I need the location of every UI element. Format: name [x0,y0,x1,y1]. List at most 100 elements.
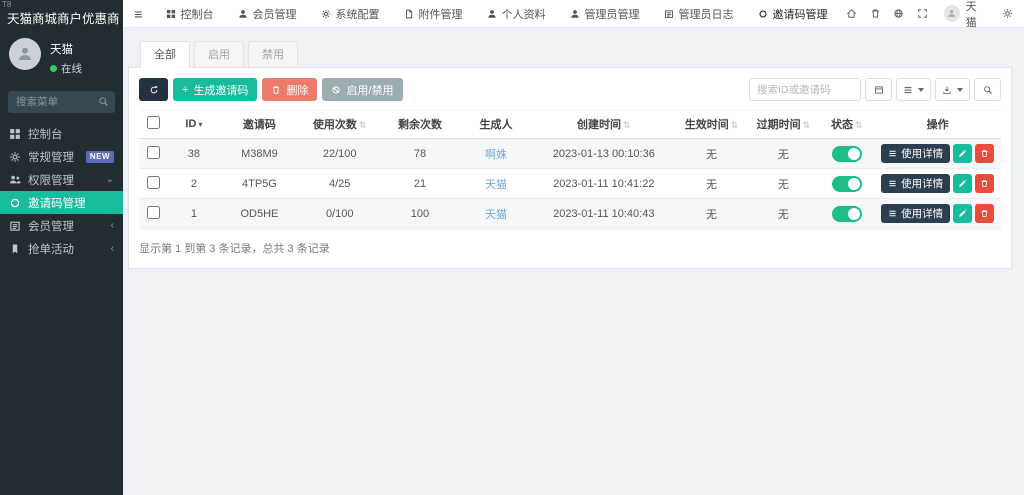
usage-detail-button[interactable]: 使用详情 [881,174,950,193]
delete-row-button[interactable] [975,204,994,223]
edit-button[interactable] [953,174,972,193]
user-avatar[interactable] [9,38,41,70]
clear-cache-button[interactable] [863,0,887,28]
tab-label: 个人资料 [502,6,546,22]
status-label: 在线 [61,61,82,76]
topbar-tab-profile[interactable]: 个人资料 [475,0,558,27]
edit-button[interactable] [953,144,972,163]
column-label: 操作 [927,119,949,131]
column-label: 状态 [831,119,853,131]
topbar-tab-admins[interactable]: 管理员管理 [558,0,652,27]
cell-expire: 无 [747,169,819,199]
col-code[interactable]: 邀请码 [219,111,299,139]
col-creator[interactable]: 生成人 [460,111,532,139]
topbar-tab-members[interactable]: 会员管理 [226,0,309,27]
cell-id: 1 [169,199,220,229]
main-content: 全部 启用 禁用 +生成邀请码 删除 启用/禁用 [123,28,1024,495]
record-count-text: 显示第 1 到第 3 条记录，总共 3 条记录 [139,240,1001,256]
ban-icon [331,85,341,95]
language-button[interactable] [887,0,911,28]
card-view-button[interactable] [865,78,892,101]
topbar-tab-system-config[interactable]: 系统配置 [309,0,392,27]
sidebar-item-invite-code[interactable]: 邀请码管理 [0,191,123,214]
topbar-tab-invite-code[interactable]: 邀请码管理 [746,0,840,27]
creator-link[interactable]: 天猫 [485,179,507,191]
topbar-tab-attachments[interactable]: 附件管理 [392,0,475,27]
select-all-checkbox[interactable] [147,116,160,129]
creator-link[interactable]: 啊姝 [485,149,507,161]
topbar-tab-admin-log[interactable]: 管理员日志 [652,0,746,27]
filter-tabs: 全部 启用 禁用 [140,41,1012,67]
delete-row-button[interactable] [975,144,994,163]
col-effective[interactable]: 生效时间⇅ [676,111,748,139]
edit-button[interactable] [953,204,972,223]
row-checkbox[interactable] [147,146,160,159]
cell-effective: 无 [676,139,748,169]
sidebar-item-grab-activity[interactable]: 抢单活动 ‹ [0,237,123,260]
delete-row-button[interactable] [975,174,994,193]
gear-icon [321,9,331,19]
trash-icon [870,8,881,19]
column-label: 创建时间 [577,119,621,131]
dashboard-icon [166,9,176,19]
status-toggle[interactable] [832,146,862,162]
cell-created: 2023-01-11 10:40:43 [532,199,676,229]
trash-icon [980,209,989,218]
users-icon [9,174,21,186]
user-icon [570,9,580,19]
list-icon [888,209,897,218]
topbar-user-menu[interactable]: 天猫 [935,0,996,30]
fullscreen-button[interactable] [911,0,935,28]
advanced-search-button[interactable] [974,78,1001,101]
col-created[interactable]: 创建时间⇅ [532,111,676,139]
home-button[interactable] [840,0,864,28]
table-header-row: ID▾ 邀请码 使用次数⇅ 剩余次数 生成人 创建时间⇅ 生效时间⇅ 过期时间⇅… [139,111,1001,139]
row-checkbox[interactable] [147,176,160,189]
cell-used: 0/100 [300,199,380,229]
sidebar-user-status: 在线 [50,61,82,76]
col-ops: 操作 [874,111,1001,139]
chevron-left-icon: ‹ [111,243,114,254]
tab-all[interactable]: 全部 [140,41,190,68]
topbar-tab-dashboard[interactable]: 控制台 [154,0,226,27]
generate-code-button[interactable]: +生成邀请码 [173,78,257,101]
pencil-icon [958,209,967,218]
sidebar-item-general[interactable]: 常规管理 NEW [0,145,123,168]
creator-link[interactable]: 天猫 [485,209,507,221]
sidebar-item-members[interactable]: 会员管理 ‹ [0,214,123,237]
row-checkbox[interactable] [147,206,160,219]
tab-enabled[interactable]: 启用 [194,41,244,68]
cell-expire: 无 [747,199,819,229]
sidebar-menu: 控制台 常规管理 NEW 权限管理 ⌄ 邀请码管理 会员管理 ‹ 抢单活动 ‹ [0,122,123,260]
sidebar-item-dashboard[interactable]: 控制台 [0,122,123,145]
status-toggle[interactable] [832,206,862,222]
table-search-input[interactable] [749,78,861,101]
col-remain[interactable]: 剩余次数 [380,111,460,139]
tab-label: 邀请码管理 [773,6,828,22]
col-status[interactable]: 状态⇅ [819,111,874,139]
refresh-button[interactable] [139,78,168,101]
trash-icon [980,149,989,158]
status-toggle[interactable] [832,176,862,192]
list-icon [888,149,897,158]
table-row: 2 4TP5G 4/25 21 天猫 2023-01-11 10:41:22 无… [139,169,1001,199]
sidebar-item-auth[interactable]: 权限管理 ⌄ [0,168,123,191]
delete-button[interactable]: 删除 [262,78,317,101]
columns-button[interactable] [896,78,931,101]
usage-detail-button[interactable]: 使用详情 [881,144,950,163]
menu-toggle-icon[interactable]: ≡ [123,0,154,27]
export-button[interactable] [935,78,970,101]
enable-disable-button[interactable]: 启用/禁用 [322,78,402,101]
sort-icon: ⇅ [855,120,863,130]
col-id[interactable]: ID▾ [169,111,220,139]
sidebar-search [8,91,115,113]
cell-expire: 无 [747,139,819,169]
col-used[interactable]: 使用次数⇅ [300,111,380,139]
col-expire[interactable]: 过期时间⇅ [747,111,819,139]
globe-icon [893,8,904,19]
settings-button[interactable] [995,0,1019,28]
cell-code: OD5HE [219,199,299,229]
usage-detail-button[interactable]: 使用详情 [881,204,950,223]
tab-disabled[interactable]: 禁用 [248,41,298,68]
cell-id: 38 [169,139,220,169]
